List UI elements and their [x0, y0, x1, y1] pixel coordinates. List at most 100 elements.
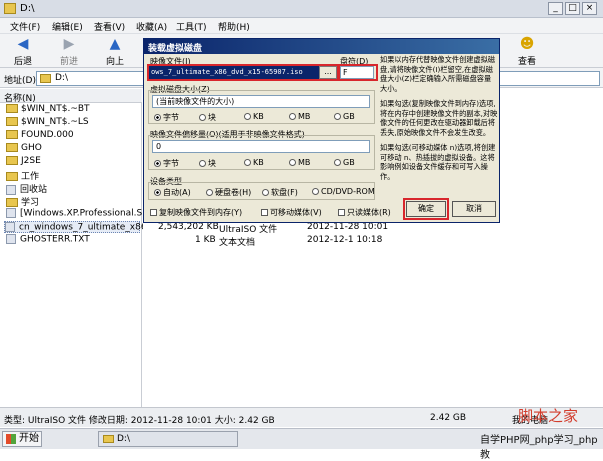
iso-file-icon	[5, 222, 15, 232]
help-paragraph: 如果勾选(可移动媒体 n)选项,将创建可移动 n、热插拔的虚拟设备。这将影响例如…	[380, 143, 496, 181]
start-label: 开始	[19, 433, 39, 444]
device-cdrom-radio[interactable]: CD/DVD-ROM	[312, 187, 375, 196]
drive-letter-select[interactable]: F	[340, 66, 374, 79]
image-file-input[interactable]: ows_7_ultimate_x86_dvd_x15-65907.iso	[149, 66, 319, 79]
device-hdd-radio[interactable]: 硬盘卷(H)	[206, 187, 251, 198]
view-label: 查看	[517, 57, 536, 67]
radio-label: 字节	[163, 159, 179, 168]
menu-tools[interactable]: 工具(T)	[176, 20, 207, 33]
folder-icon	[40, 74, 51, 83]
menu-favorites[interactable]: 收藏(A)	[136, 20, 167, 33]
checkbox-label: 可移动媒体(V)	[270, 208, 322, 217]
radio-label: 软盘(F)	[271, 188, 298, 197]
menu-view[interactable]: 查看(V)	[94, 20, 125, 33]
list-item[interactable]: J2SE	[6, 156, 41, 168]
list-item[interactable]: GHOSTERR.TXT	[6, 234, 90, 246]
list-item[interactable]: FOUND.000	[6, 130, 74, 142]
radio-label: MB	[298, 158, 311, 167]
back-arrow-icon: ◀	[17, 36, 29, 52]
radio-label: CD/DVD-ROM	[321, 187, 375, 196]
checkbox-label: 只读媒体(R)	[347, 208, 391, 217]
unit-kb-radio[interactable]: KB	[244, 112, 264, 121]
offset-input[interactable]: 0	[152, 140, 370, 153]
radio-label: KB	[253, 158, 264, 167]
forward-label: 前进	[59, 57, 78, 67]
help-paragraph: 如果勾选(复制映像文件到内存)选项,将在内存中创建映像文件的副本,对映像文件的任…	[380, 99, 498, 137]
list-item[interactable]: $WIN_NT$.~BT	[6, 104, 90, 116]
file-date: 2012-12-1 10:18	[307, 235, 383, 245]
menu-help[interactable]: 帮助(H)	[218, 20, 250, 33]
folder-icon	[6, 156, 18, 165]
folder-icon	[6, 198, 18, 207]
list-item-selected[interactable]: cn_windows_7_ultimate_x86_...	[4, 221, 160, 233]
copy-to-memory-checkbox[interactable]: 复制映像文件到内存(Y)	[150, 207, 242, 218]
mount-virtual-disk-dialog: 装载虚拟磁盘 映像文件(I) 盘符(D) ows_7_ultimate_x86_…	[143, 38, 500, 223]
unit-mb-radio[interactable]: MB	[289, 112, 310, 121]
menu-bar: 文件(F) 编辑(E) 查看(V) 收藏(A) 工具(T) 帮助(H)	[0, 18, 603, 34]
address-label: 地址(D)	[4, 76, 36, 86]
device-auto-radio[interactable]: 自动(A)	[154, 187, 191, 198]
view-icon: ☻	[519, 36, 535, 52]
folder-list-pane: 名称(N) $WIN_NT$.~BT $WIN_NT$.~LS FOUND.00…	[0, 89, 160, 407]
forward-button[interactable]: ▶ 前进	[54, 36, 84, 67]
list-item[interactable]: 学习	[6, 195, 40, 208]
virtual-size-input[interactable]: (当前映像文件的大小)	[152, 95, 370, 108]
list-item[interactable]: 工作	[6, 169, 39, 182]
close-button[interactable]: ×	[582, 2, 597, 15]
file-type: UltraISO 文件	[219, 225, 278, 235]
view-button[interactable]: ☻ 查看	[512, 36, 542, 67]
unit-bytes-radio[interactable]: 字节	[154, 112, 179, 123]
name-column-header[interactable]: 名称(N)	[0, 89, 142, 104]
title-bar: D:\ _ □ ×	[0, 0, 603, 18]
status-bar: 类型: UltraISO 文件 修改日期: 2012-11-28 10:01 大…	[0, 407, 603, 427]
item-label: cn_windows_7_ultimate_x86_...	[19, 222, 160, 233]
folder-icon	[103, 435, 114, 443]
start-button[interactable]: 开始	[2, 431, 42, 447]
item-label: 学习	[21, 198, 40, 208]
recycle-bin-icon	[6, 184, 16, 195]
item-label: $WIN_NT$.~LS	[21, 117, 89, 127]
folder-icon	[6, 104, 18, 113]
back-button[interactable]: ◀ 后退	[8, 36, 38, 67]
taskbar-window-button[interactable]: D:\	[98, 431, 238, 447]
back-label: 后退	[13, 57, 32, 67]
unit-block-radio[interactable]: 块	[199, 112, 216, 123]
offset-unit-bytes-radio[interactable]: 字节	[154, 158, 179, 169]
folder-icon	[4, 3, 16, 14]
item-label: GHO	[21, 143, 42, 153]
file-size: 1 KB	[195, 235, 216, 245]
ok-button[interactable]: 确定	[406, 201, 446, 217]
radio-label: 块	[208, 113, 216, 122]
radio-label: 硬盘卷(H)	[215, 188, 252, 197]
menu-edit[interactable]: 编辑(E)	[52, 20, 83, 33]
radio-label: GB	[343, 158, 355, 167]
offset-unit-mb-radio[interactable]: MB	[289, 158, 310, 167]
list-item[interactable]: [Windows.XP.Professional.SP...	[6, 208, 155, 220]
up-button[interactable]: ▲ 向上	[100, 36, 130, 67]
folder-icon	[6, 172, 18, 181]
maximize-button[interactable]: □	[565, 2, 580, 15]
browse-button[interactable]: ...	[319, 66, 337, 79]
radio-label: 字节	[163, 113, 179, 122]
status-text: 类型: UltraISO 文件 修改日期: 2012-11-28 10:01 大…	[4, 416, 275, 426]
up-arrow-icon: ▲	[109, 36, 121, 52]
list-item[interactable]: GHO	[6, 143, 42, 155]
list-item[interactable]: 回收站	[6, 182, 48, 195]
item-label: FOUND.000	[21, 130, 74, 140]
offset-unit-block-radio[interactable]: 块	[199, 158, 216, 169]
minimize-button[interactable]: _	[548, 2, 563, 15]
menu-file[interactable]: 文件(F)	[10, 20, 40, 33]
offset-unit-gb-radio[interactable]: GB	[334, 158, 355, 167]
address-value: D:\	[55, 73, 68, 83]
file-icon	[6, 208, 16, 218]
cancel-button[interactable]: 取消	[452, 201, 496, 217]
file-size: 2,543,202 KB	[158, 222, 219, 232]
offset-unit-kb-radio[interactable]: KB	[244, 158, 264, 167]
help-paragraph: 如果以内存代替映像文件创建虚拟磁盘,请将映像文件(I)栏留空,在虚拟磁盘大小(Z…	[380, 55, 496, 93]
removable-media-checkbox[interactable]: 可移动媒体(V)	[261, 207, 322, 218]
device-floppy-radio[interactable]: 软盘(F)	[262, 187, 298, 198]
read-only-checkbox[interactable]: 只读媒体(R)	[338, 207, 391, 218]
list-item[interactable]: $WIN_NT$.~LS	[6, 117, 89, 129]
unit-gb-radio[interactable]: GB	[334, 112, 355, 121]
item-label: 回收站	[20, 185, 48, 195]
